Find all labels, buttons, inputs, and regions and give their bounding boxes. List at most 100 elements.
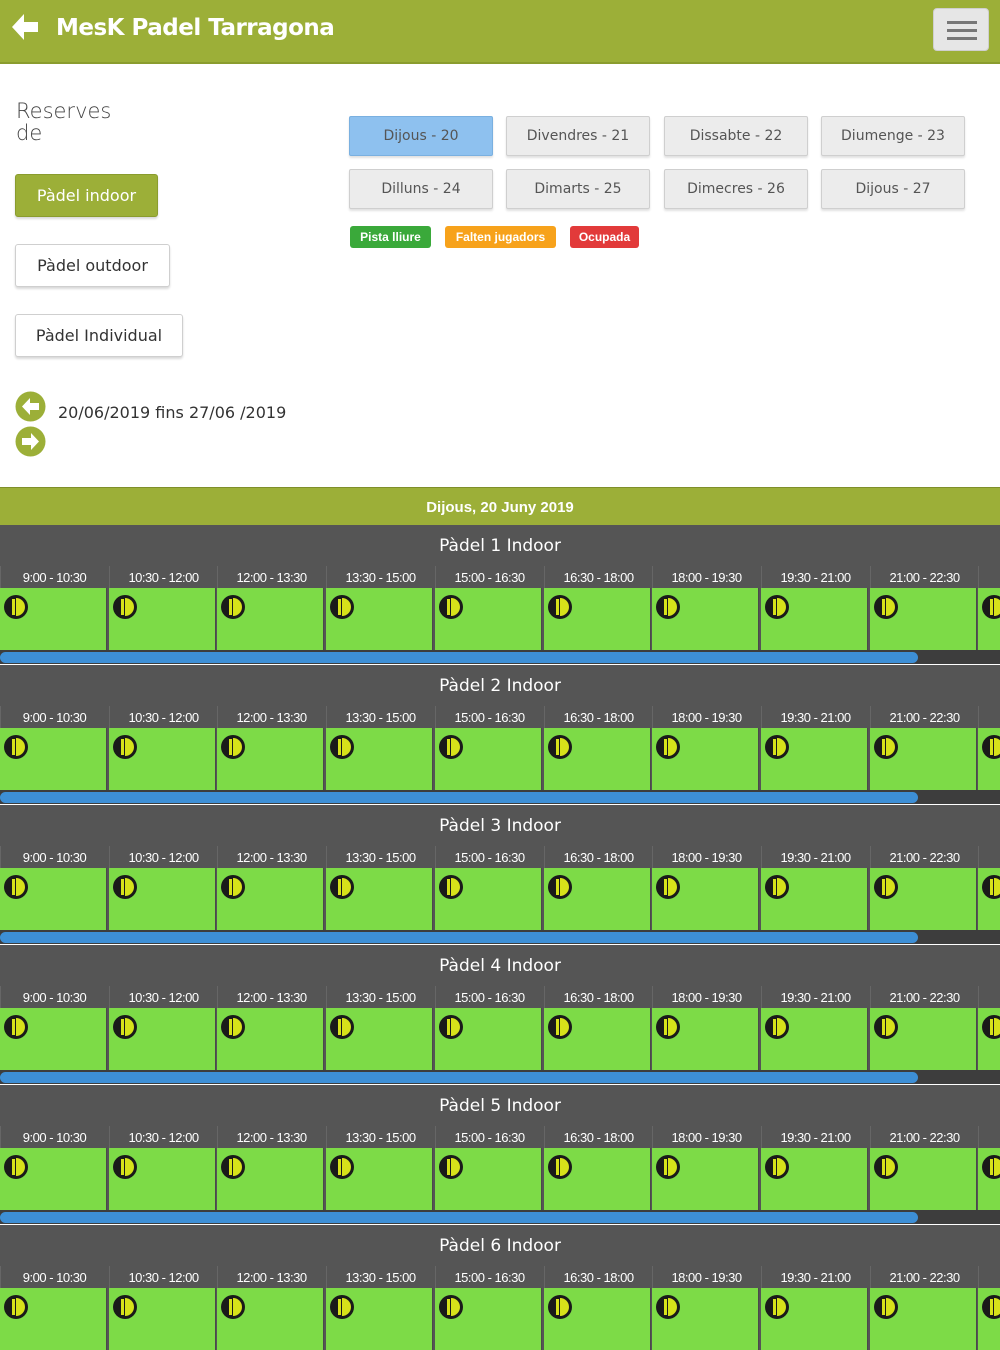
free-slot[interactable] xyxy=(217,1008,324,1070)
free-slot[interactable] xyxy=(978,1008,1000,1070)
free-slot[interactable] xyxy=(870,1288,977,1350)
scrollbar-thumb[interactable] xyxy=(0,792,918,803)
day-button[interactable]: Dissabte - 22 xyxy=(664,116,808,156)
free-slot[interactable] xyxy=(544,728,651,790)
free-slot[interactable] xyxy=(0,1148,107,1210)
horizontal-scrollbar[interactable] xyxy=(0,650,1000,664)
free-slot[interactable] xyxy=(109,588,216,650)
free-slot[interactable] xyxy=(0,1288,107,1350)
free-slot[interactable] xyxy=(652,868,759,930)
day-button[interactable]: Dimarts - 25 xyxy=(506,169,650,209)
free-slot[interactable] xyxy=(326,1008,433,1070)
court-logo-icon xyxy=(112,1294,138,1320)
time-label: 9:00 - 10:30 xyxy=(0,986,108,1008)
horizontal-scrollbar[interactable] xyxy=(0,930,1000,944)
free-slot[interactable] xyxy=(652,1148,759,1210)
free-slot[interactable] xyxy=(761,728,868,790)
free-slot[interactable] xyxy=(0,728,107,790)
padel-indoor-button[interactable]: Pàdel indoor xyxy=(15,174,158,217)
scrollbar-thumb[interactable] xyxy=(0,1212,918,1223)
free-slot[interactable] xyxy=(0,868,107,930)
free-slot[interactable] xyxy=(978,1148,1000,1210)
padel-individual-button[interactable]: Pàdel Individual xyxy=(15,314,183,357)
time-label: 19:30 - 21:00 xyxy=(761,706,869,728)
free-slot[interactable] xyxy=(652,1008,759,1070)
free-slot[interactable] xyxy=(217,868,324,930)
hamburger-menu-button[interactable] xyxy=(933,8,989,51)
court-logo-icon xyxy=(981,594,1000,620)
free-slot[interactable] xyxy=(978,868,1000,930)
free-slot[interactable] xyxy=(870,868,977,930)
free-slot[interactable] xyxy=(435,1148,542,1210)
free-slot[interactable] xyxy=(435,1008,542,1070)
time-label: 15:00 - 16:30 xyxy=(435,706,543,728)
free-slot[interactable] xyxy=(870,1008,977,1070)
slots-row xyxy=(0,1008,1000,1070)
free-slot[interactable] xyxy=(978,1288,1000,1350)
schedule-date-header: Dijous, 20 Juny 2019 xyxy=(0,487,1000,526)
time-label: 10:30 - 12:00 xyxy=(109,706,217,728)
day-button[interactable]: Divendres - 21 xyxy=(506,116,650,156)
previous-week-icon[interactable] xyxy=(15,391,46,422)
day-button[interactable]: Dijous - 20 xyxy=(349,116,493,156)
free-slot[interactable] xyxy=(109,728,216,790)
free-slot[interactable] xyxy=(761,1148,868,1210)
court-logo-icon xyxy=(547,1154,573,1180)
free-slot[interactable] xyxy=(544,868,651,930)
free-slot[interactable] xyxy=(435,868,542,930)
day-button[interactable]: Diumenge - 23 xyxy=(821,116,965,156)
free-slot[interactable] xyxy=(544,588,651,650)
free-slot[interactable] xyxy=(217,728,324,790)
free-slot[interactable] xyxy=(326,728,433,790)
court-logo-icon xyxy=(655,1014,681,1040)
free-slot[interactable] xyxy=(761,868,868,930)
free-slot[interactable] xyxy=(761,1008,868,1070)
free-slot[interactable] xyxy=(109,1288,216,1350)
court-logo-icon xyxy=(220,874,246,900)
free-slot[interactable] xyxy=(326,1148,433,1210)
court-logo-icon xyxy=(547,1294,573,1320)
scrollbar-thumb[interactable] xyxy=(0,932,918,943)
free-slot[interactable] xyxy=(109,1008,216,1070)
free-slot[interactable] xyxy=(544,1008,651,1070)
time-label: 16:30 - 18:00 xyxy=(544,706,652,728)
free-slot[interactable] xyxy=(652,588,759,650)
court-logo-icon xyxy=(112,594,138,620)
padel-outdoor-button[interactable]: Pàdel outdoor xyxy=(15,244,170,287)
free-slot[interactable] xyxy=(109,868,216,930)
free-slot[interactable] xyxy=(870,728,977,790)
free-slot[interactable] xyxy=(761,588,868,650)
day-button[interactable]: Dijous - 27 xyxy=(821,169,965,209)
next-week-icon[interactable] xyxy=(15,426,46,457)
free-slot[interactable] xyxy=(435,588,542,650)
free-slot[interactable] xyxy=(870,588,977,650)
horizontal-scrollbar[interactable] xyxy=(0,1070,1000,1084)
free-slot[interactable] xyxy=(652,728,759,790)
free-slot[interactable] xyxy=(870,1148,977,1210)
free-slot[interactable] xyxy=(761,1288,868,1350)
free-slot[interactable] xyxy=(544,1288,651,1350)
free-slot[interactable] xyxy=(978,588,1000,650)
free-slot[interactable] xyxy=(435,728,542,790)
scrollbar-thumb[interactable] xyxy=(0,652,918,663)
time-label: 9:00 - 10:30 xyxy=(0,1126,108,1148)
free-slot[interactable] xyxy=(978,728,1000,790)
free-slot[interactable] xyxy=(326,588,433,650)
day-button[interactable]: Dimecres - 26 xyxy=(664,169,808,209)
day-button[interactable]: Dilluns - 24 xyxy=(349,169,493,209)
free-slot[interactable] xyxy=(544,1148,651,1210)
free-slot[interactable] xyxy=(326,1288,433,1350)
free-slot[interactable] xyxy=(109,1148,216,1210)
free-slot[interactable] xyxy=(652,1288,759,1350)
free-slot[interactable] xyxy=(217,1288,324,1350)
free-slot[interactable] xyxy=(217,1148,324,1210)
free-slot[interactable] xyxy=(326,868,433,930)
back-arrow-icon[interactable] xyxy=(8,10,42,44)
horizontal-scrollbar[interactable] xyxy=(0,1210,1000,1224)
free-slot[interactable] xyxy=(217,588,324,650)
scrollbar-thumb[interactable] xyxy=(0,1072,918,1083)
free-slot[interactable] xyxy=(435,1288,542,1350)
free-slot[interactable] xyxy=(0,1008,107,1070)
horizontal-scrollbar[interactable] xyxy=(0,790,1000,804)
free-slot[interactable] xyxy=(0,588,107,650)
